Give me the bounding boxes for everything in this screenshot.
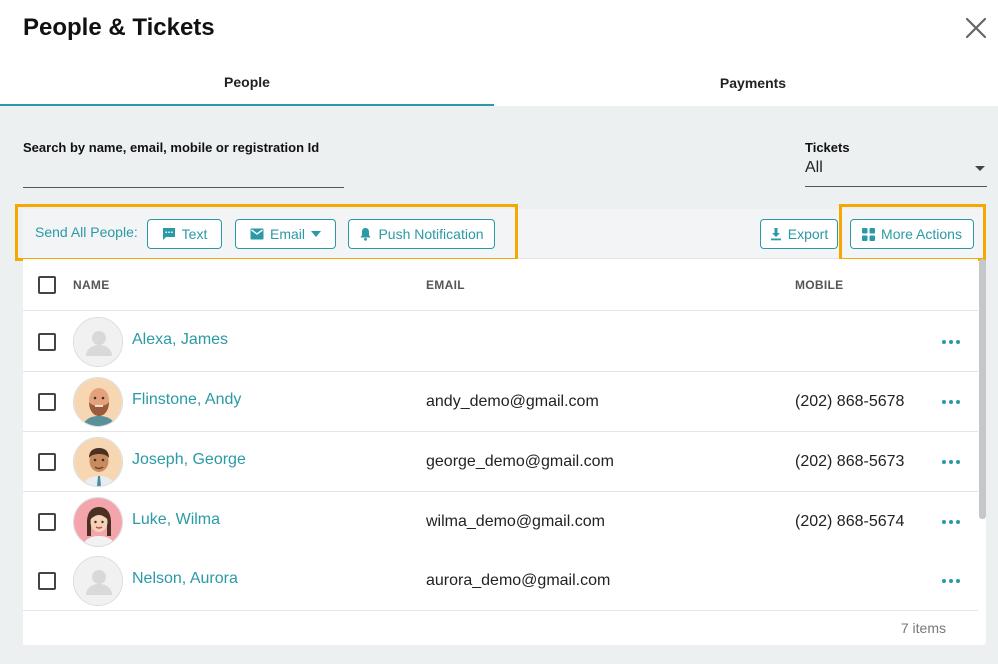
email-button[interactable]: Email — [235, 219, 336, 249]
person-name-link[interactable]: Luke, Wilma — [132, 511, 220, 529]
person-name-link[interactable]: Flinstone, Andy — [132, 391, 241, 409]
send-all-label: Send All People: — [35, 224, 138, 240]
grid-icon — [862, 227, 876, 241]
tickets-select[interactable]: All — [805, 157, 987, 187]
person-email: aurora_demo@gmail.com — [426, 572, 611, 589]
more-options-icon[interactable] — [941, 454, 961, 470]
caret-down-icon — [311, 231, 321, 237]
person-name-link[interactable]: Alexa, James — [132, 331, 228, 349]
tab-bar: People Payments — [0, 60, 998, 106]
row-checkbox[interactable] — [38, 513, 56, 531]
caret-down-icon — [975, 166, 985, 171]
push-notification-button[interactable]: Push Notification — [348, 219, 495, 249]
text-button-label: Text — [181, 226, 208, 242]
woman-braid-avatar-icon — [74, 498, 122, 546]
row-checkbox[interactable] — [38, 333, 56, 351]
tab-payments[interactable]: Payments — [508, 60, 998, 106]
envelope-icon — [250, 228, 264, 240]
table-row[interactable]: Alexa, James — [23, 312, 978, 372]
person-email: wilma_demo@gmail.com — [426, 513, 605, 530]
row-checkbox[interactable] — [38, 572, 56, 590]
item-count: 7 items — [900, 620, 946, 636]
close-icon — [965, 17, 987, 39]
column-header-name[interactable]: NAME — [73, 259, 110, 311]
dialog-title: People & Tickets — [23, 14, 215, 41]
person-email: andy_demo@gmail.com — [426, 393, 599, 410]
table-header: NAME EMAIL MOBILE — [23, 259, 978, 311]
bell-icon — [360, 228, 371, 241]
message-icon — [162, 228, 175, 240]
person-name-link[interactable]: Joseph, George — [132, 451, 246, 469]
avatar — [73, 556, 123, 606]
row-checkbox[interactable] — [38, 393, 56, 411]
download-icon — [770, 228, 781, 241]
avatar — [73, 377, 123, 427]
close-button[interactable] — [962, 14, 990, 42]
tickets-label: Tickets — [805, 140, 850, 155]
column-header-email[interactable]: EMAIL — [426, 259, 465, 311]
text-button[interactable]: Text — [147, 219, 222, 249]
person-placeholder-icon — [74, 318, 122, 366]
more-actions-button-label: More Actions — [881, 226, 962, 242]
more-actions-button[interactable]: More Actions — [850, 219, 974, 249]
avatar — [73, 437, 123, 487]
bearded-man-avatar-icon — [74, 378, 122, 426]
email-button-label: Email — [269, 226, 305, 242]
column-header-mobile[interactable]: MOBILE — [795, 259, 843, 311]
tickets-selected-value: All — [805, 159, 823, 176]
table-scrollbar[interactable] — [979, 259, 986, 519]
avatar — [73, 317, 123, 367]
export-button-label: Export — [787, 226, 829, 242]
man-tie-avatar-icon — [74, 438, 122, 486]
person-mobile: (202) 868-5678 — [795, 393, 905, 410]
row-checkbox[interactable] — [38, 453, 56, 471]
avatar — [73, 497, 123, 547]
person-mobile: (202) 868-5674 — [795, 513, 905, 530]
person-mobile: (202) 868-5673 — [795, 453, 905, 470]
more-options-icon[interactable] — [941, 573, 961, 589]
search-input[interactable] — [23, 160, 344, 188]
push-button-label: Push Notification — [378, 226, 484, 242]
more-options-icon[interactable] — [941, 394, 961, 410]
table-row[interactable]: Nelson, Aurora aurora_demo@gmail.com — [23, 551, 978, 611]
person-placeholder-icon — [74, 557, 122, 605]
table-footer: 7 items — [23, 610, 978, 645]
table-row[interactable]: Flinstone, Andy andy_demo@gmail.com (202… — [23, 372, 978, 432]
scrollbar-thumb[interactable] — [979, 259, 986, 519]
export-button[interactable]: Export — [760, 219, 838, 249]
person-email: george_demo@gmail.com — [426, 453, 614, 470]
select-all-checkbox[interactable] — [38, 276, 56, 294]
search-label: Search by name, email, mobile or registr… — [23, 140, 320, 155]
dialog-header: People & Tickets — [0, 0, 998, 60]
table-row[interactable]: Joseph, George george_demo@gmail.com (20… — [23, 432, 978, 492]
table-row[interactable]: Luke, Wilma wilma_demo@gmail.com (202) 8… — [23, 492, 978, 552]
more-options-icon[interactable] — [941, 514, 961, 530]
tab-people[interactable]: People — [0, 60, 494, 106]
more-options-icon[interactable] — [941, 334, 961, 350]
person-name-link[interactable]: Nelson, Aurora — [132, 570, 238, 588]
